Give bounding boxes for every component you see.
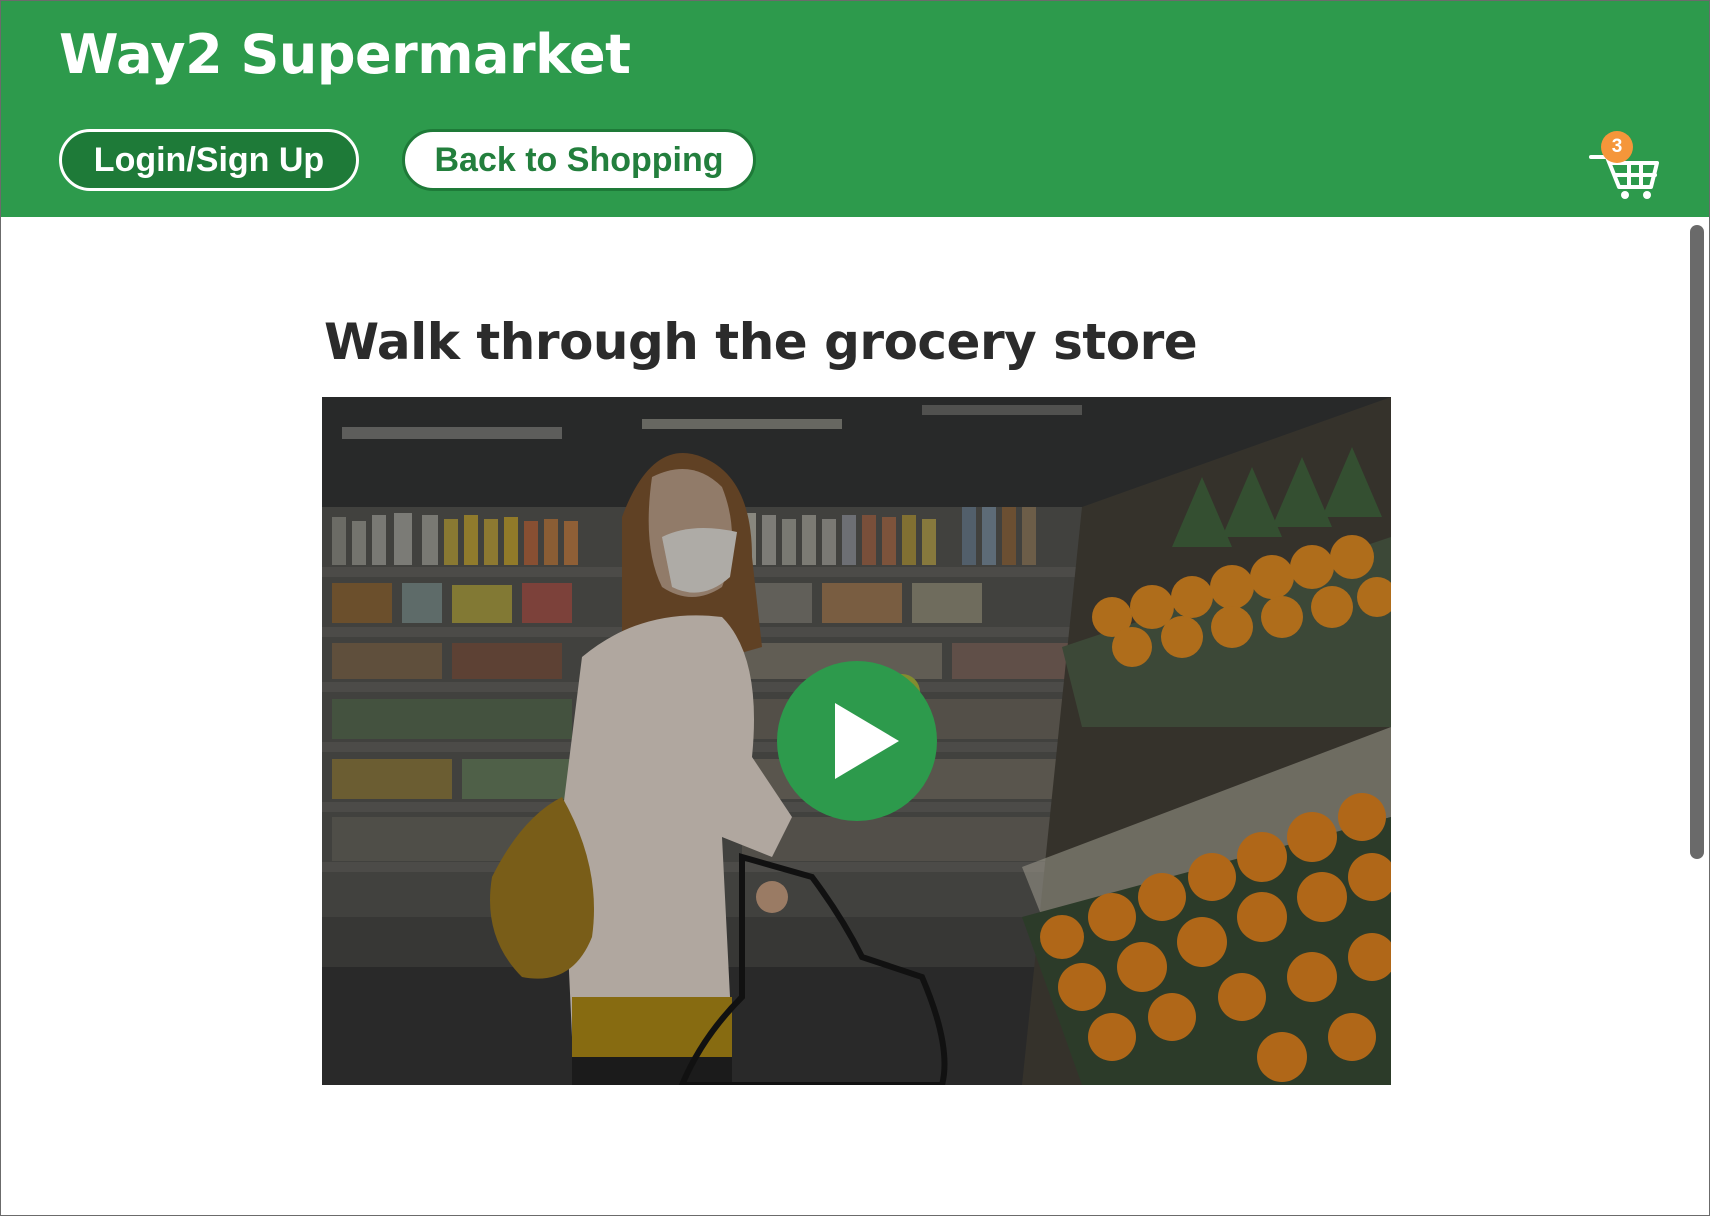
back-to-shopping-button[interactable]: Back to Shopping [402, 129, 756, 191]
cart-button[interactable]: 3 [1589, 129, 1661, 199]
brand-title: Way2 Supermarket [59, 23, 631, 86]
site-header: Way2 Supermarket Login/Sign Up Back to S… [1, 1, 1709, 217]
login-signup-button[interactable]: Login/Sign Up [59, 129, 359, 191]
page-title: Walk through the grocery store [324, 313, 1198, 371]
vertical-scrollbar[interactable] [1690, 225, 1704, 859]
app-window: Way2 Supermarket Login/Sign Up Back to S… [0, 0, 1710, 1216]
video-player[interactable] [322, 397, 1391, 1085]
cart-count-badge: 3 [1601, 131, 1633, 163]
play-button[interactable] [777, 661, 937, 821]
play-icon [835, 703, 899, 779]
